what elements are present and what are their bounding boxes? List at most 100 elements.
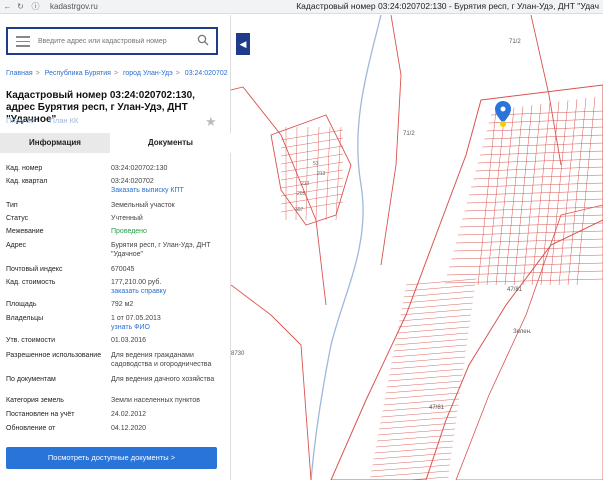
- parcel-line: [495, 107, 515, 286]
- parcel-number: 397: [295, 207, 304, 213]
- breadcrumb-item[interactable]: Главная: [6, 70, 33, 77]
- parcel-number: 53: [313, 161, 319, 167]
- parcel-line: [393, 344, 467, 352]
- plan-links: План ЗУ План КК: [6, 116, 90, 125]
- parcel-line: [482, 142, 603, 148]
- row-value: Земельный участок: [111, 202, 175, 209]
- plan-kk-link[interactable]: План КК: [49, 116, 78, 125]
- plan-zu-link[interactable]: План ЗУ: [6, 116, 35, 125]
- parcel-line: [400, 308, 472, 316]
- collapse-panel-button[interactable]: ◀: [236, 33, 250, 55]
- search-input[interactable]: [38, 33, 188, 49]
- row-value: 177,210.00 руб. заказать справку: [111, 279, 221, 296]
- tab-info[interactable]: Информация: [0, 133, 110, 153]
- parcel-line: [371, 464, 450, 472]
- search-icon[interactable]: [197, 34, 209, 46]
- row-value: 24.02.2012: [111, 411, 147, 418]
- breadcrumb-item[interactable]: 03:24:020702: [185, 70, 228, 77]
- parcel-line: [576, 96, 596, 286]
- parcel-line: [401, 302, 473, 310]
- row-value: Проведено: [111, 228, 147, 235]
- site-info-icon[interactable]: ⓘ: [31, 2, 40, 11]
- row-label: Межевание: [6, 228, 44, 235]
- row-value: Бурятия респ, г Улан-Удэ, ДНТ "Удачное": [111, 242, 211, 258]
- search-box[interactable]: [6, 27, 218, 55]
- parcel-line: [457, 230, 603, 236]
- row-value: 792 м2: [111, 301, 134, 308]
- favorite-star-icon[interactable]: ★: [205, 114, 217, 130]
- parcel-line: [280, 153, 344, 165]
- parcel-line: [449, 262, 603, 268]
- parcel-line: [462, 214, 603, 220]
- tab-documents[interactable]: Документы: [110, 133, 231, 153]
- parcel-line: [372, 458, 451, 466]
- river-line: [310, 15, 382, 480]
- parcel-line: [280, 193, 344, 205]
- parcel-line: [446, 270, 603, 276]
- browser-bar: ← ↻ ⓘ kadastrgov.ru Кадастровый номер 03…: [0, 0, 603, 14]
- row-value: Земли населенных пунктов: [111, 397, 201, 404]
- row-value: 03:24:020702:130: [111, 165, 168, 172]
- parcel-line: [464, 206, 603, 212]
- row-value: 03:24:020702 Заказать выписку КПТ: [111, 178, 221, 195]
- map-label: 71/2: [403, 131, 415, 137]
- parcel-line: [477, 109, 497, 286]
- map-canvas[interactable]: 71/2 71/2 47/81 47/81 Зелен. 8730 53 213 212 205 3…: [231, 15, 603, 480]
- breadcrumb-item[interactable]: город Улан-Удэ: [123, 70, 173, 77]
- parcel-line: [280, 129, 344, 141]
- row-value: Для ведения дачного хозяйства: [111, 376, 215, 383]
- parcel-line: [376, 434, 455, 442]
- row-value: 670045: [111, 266, 135, 273]
- parcel-line: [486, 108, 506, 286]
- map-label: 8730: [231, 351, 245, 357]
- row-value: 04.12.2020: [111, 425, 147, 432]
- parcel-line: [374, 446, 453, 454]
- parcel-line: [370, 470, 450, 478]
- row-label: Постановлен на учёт: [6, 411, 75, 418]
- parcel-line: [280, 169, 344, 181]
- parcel-line: [471, 182, 603, 188]
- breadcrumb: Главная > Республика Бурятия > город Улан-…: [6, 70, 228, 77]
- row-label: Кад. стоимость: [6, 279, 56, 286]
- parcel-line: [404, 284, 476, 292]
- refresh-icon[interactable]: ↻: [16, 2, 25, 11]
- row-value: 1 от 07.05.2013 узнать ФИО: [111, 315, 221, 332]
- parcel-line: [280, 185, 344, 197]
- map-label: 71/2: [509, 39, 521, 45]
- parcel-line: [390, 362, 465, 370]
- parcel-line: [395, 332, 469, 340]
- row-label: Площадь: [6, 301, 37, 308]
- row-link[interactable]: узнать ФИО: [111, 324, 221, 333]
- row-label: Почтовый индекс: [6, 266, 63, 273]
- parcel-line: [397, 326, 470, 334]
- cadastral-map[interactable]: 71/2 71/2 47/81 47/81 Зелен. 8730 53 213 212 205 3…: [231, 15, 603, 480]
- parcel-line: [475, 166, 603, 172]
- parcel-line: [389, 368, 464, 376]
- back-icon[interactable]: ←: [3, 2, 12, 11]
- breadcrumb-item[interactable]: Республика Бурятия: [45, 70, 111, 77]
- row-label: Разрешенное использование: [6, 352, 102, 359]
- parcel-line: [377, 428, 456, 436]
- row-value: Для ведения гражданами садоводства и ого…: [111, 352, 212, 368]
- parcel-line: [477, 158, 603, 164]
- parcel-line: [391, 356, 466, 364]
- row-link[interactable]: Заказать выписку КПТ: [111, 187, 221, 196]
- parcel-line: [466, 198, 603, 204]
- location-pin-icon[interactable]: [495, 101, 511, 123]
- row-link[interactable]: заказать справку: [111, 288, 221, 297]
- info-panel: Главная> Республика Бурятия> город Улан-…: [0, 15, 231, 480]
- parcel-number: 212: [301, 181, 310, 187]
- address-bar[interactable]: kadastrgov.ru: [50, 2, 98, 11]
- parcel-line: [405, 278, 477, 286]
- parcel-line: [385, 386, 461, 394]
- road-line: [380, 15, 402, 266]
- pin-dot: [500, 106, 506, 112]
- menu-icon[interactable]: [16, 36, 30, 50]
- parcel-number: 213: [317, 171, 326, 177]
- view-documents-button[interactable]: Посмотреть доступные документы >: [6, 447, 217, 469]
- row-label: Кад. квартал: [6, 178, 48, 185]
- row-label: По документам: [6, 376, 56, 383]
- map-label: 47/81: [429, 405, 445, 411]
- parcel-line: [375, 440, 454, 448]
- parcel-line: [280, 177, 344, 189]
